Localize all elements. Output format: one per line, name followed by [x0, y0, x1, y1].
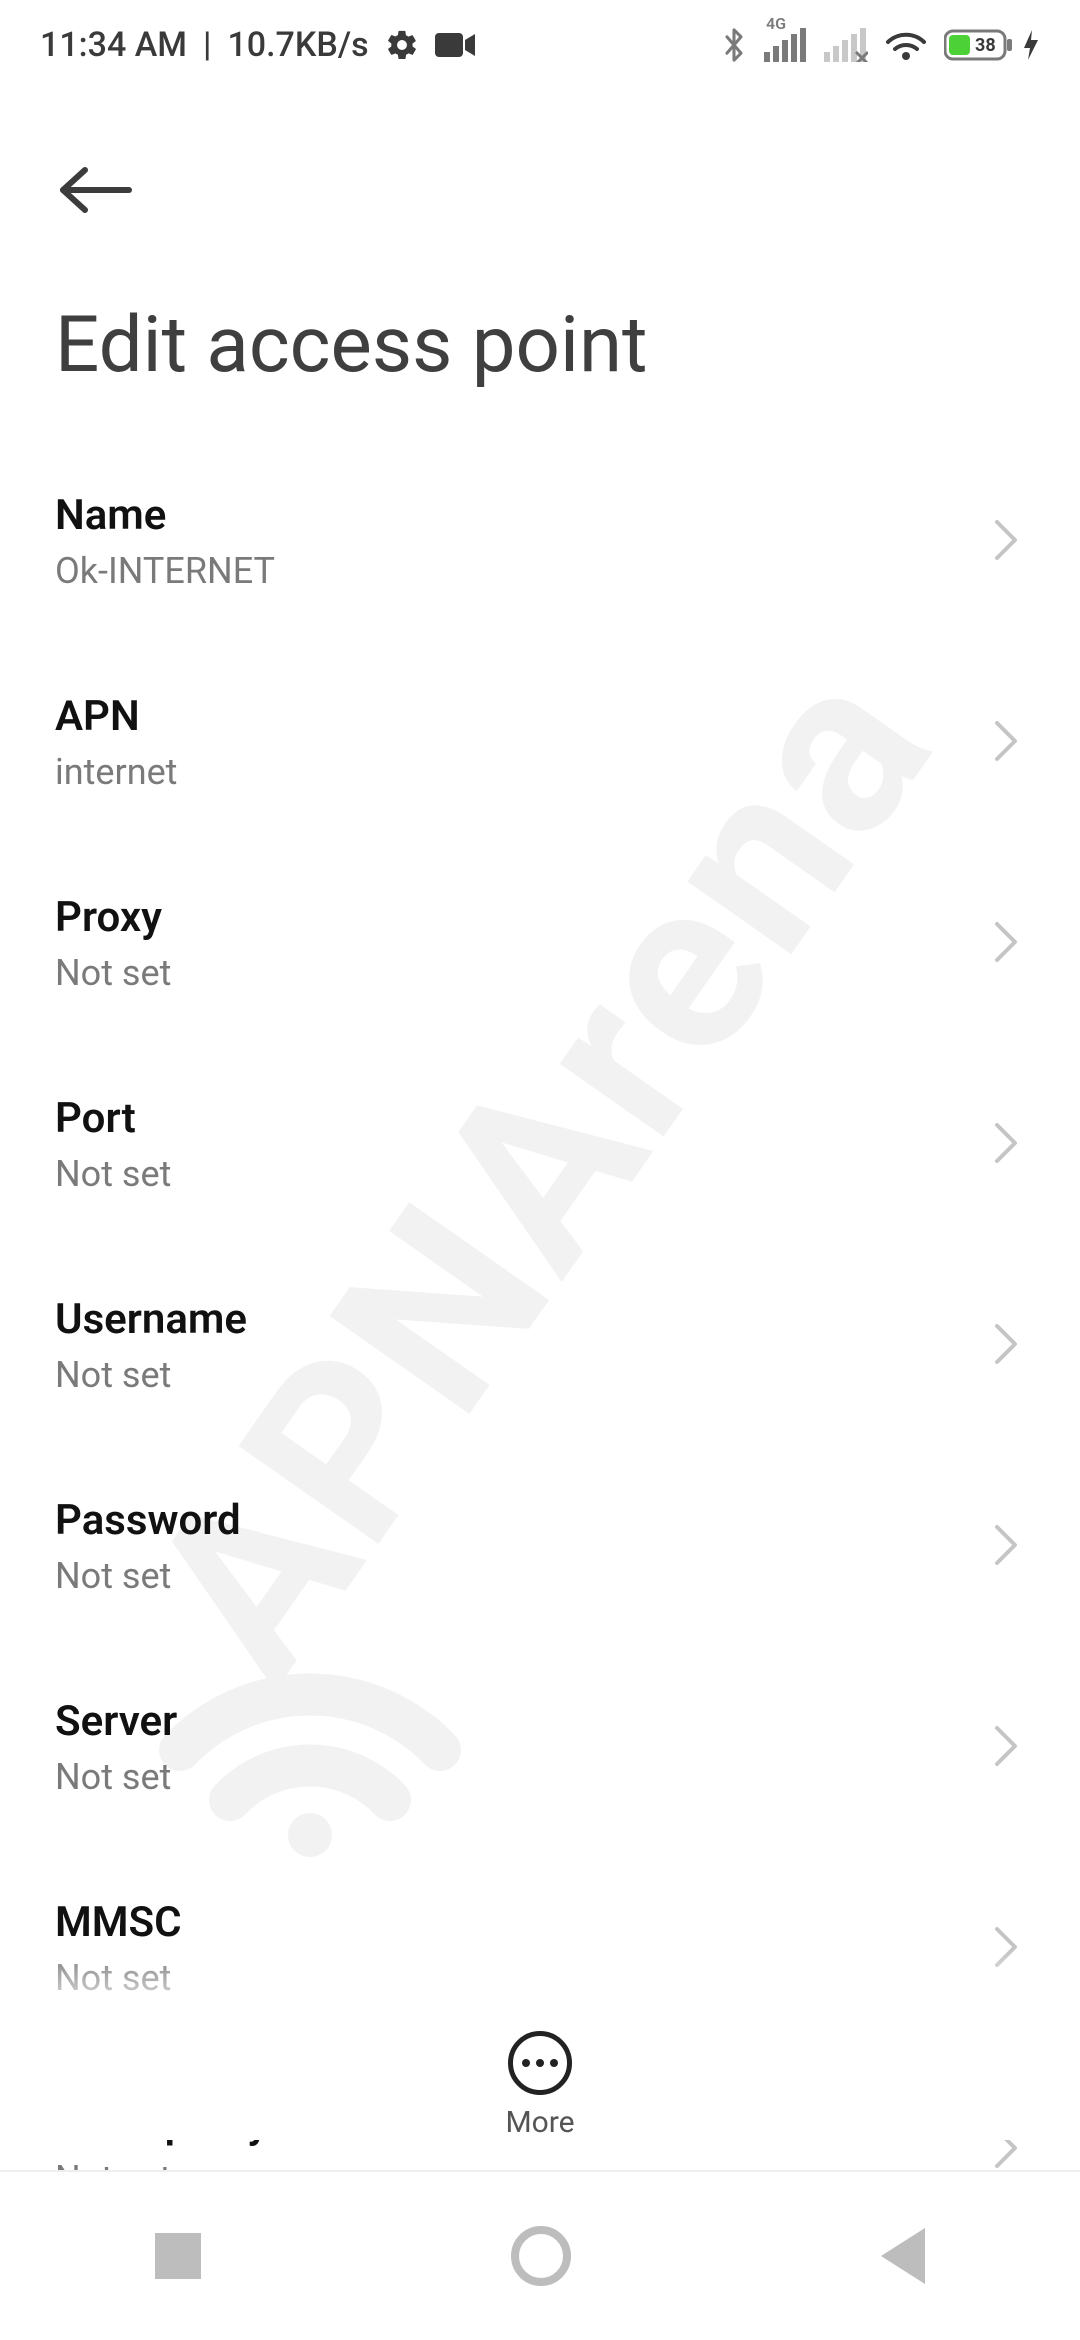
row-value: Not set	[55, 1756, 177, 1798]
gear-icon	[385, 28, 419, 62]
nav-back-button[interactable]	[881, 2228, 925, 2284]
status-time: 11:34 AM	[40, 25, 187, 65]
row-proxy[interactable]: Proxy Not set	[55, 843, 1025, 1044]
row-label: Server	[55, 1697, 177, 1746]
videocam-icon	[435, 31, 475, 59]
row-username[interactable]: Username Not set	[55, 1245, 1025, 1446]
status-bar: 11:34 AM | 10.7KB/s 4G	[0, 0, 1080, 90]
row-label: Proxy	[55, 893, 171, 942]
network-type-badge: 4G	[766, 14, 786, 33]
row-value: internet	[55, 751, 177, 793]
chevron-right-icon	[993, 1724, 1019, 1772]
row-value: Not set	[55, 1153, 171, 1195]
row-label: Port	[55, 1094, 171, 1143]
nav-home-button[interactable]	[511, 2226, 571, 2286]
row-label: Username	[55, 1295, 247, 1344]
chevron-right-icon	[993, 518, 1019, 566]
dot-icon	[536, 2059, 544, 2067]
chevron-right-icon	[993, 1925, 1019, 1973]
chevron-right-icon	[993, 920, 1019, 968]
status-separator: |	[203, 25, 211, 65]
row-name[interactable]: Name Ok-INTERNET	[55, 441, 1025, 642]
triangle-left-icon	[881, 2228, 925, 2284]
bluetooth-icon	[720, 25, 748, 65]
row-server[interactable]: Server Not set	[55, 1647, 1025, 1848]
dot-icon	[522, 2059, 530, 2067]
chevron-right-icon	[993, 1322, 1019, 1370]
dot-icon	[550, 2059, 558, 2067]
nav-recent-button[interactable]	[155, 2233, 201, 2279]
signal-sim2-icon	[824, 28, 868, 62]
page-title: Edit access point	[55, 230, 1025, 441]
back-button[interactable]	[55, 150, 135, 230]
arrow-left-icon	[55, 164, 133, 216]
row-port[interactable]: Port Not set	[55, 1044, 1025, 1245]
row-value: Not set	[55, 1354, 247, 1396]
row-label: APN	[55, 692, 177, 741]
row-value: Not set	[55, 1957, 182, 1999]
battery-pct: 38	[975, 35, 996, 56]
more-button[interactable]	[508, 2031, 572, 2095]
row-label: Password	[55, 1496, 241, 1545]
row-value: Ok-INTERNET	[55, 550, 275, 592]
status-net-speed: 10.7KB/s	[227, 25, 368, 65]
signal-sim1-icon: 4G	[764, 28, 808, 62]
apn-settings-list: Name Ok-INTERNET APN internet Proxy Not …	[0, 441, 1080, 2250]
row-value: Not set	[55, 952, 171, 994]
row-value: Not set	[55, 1555, 241, 1597]
system-nav-bar	[0, 2170, 1080, 2340]
charging-bolt-icon	[1022, 28, 1040, 62]
more-label: More	[505, 2105, 574, 2140]
square-icon	[155, 2233, 201, 2279]
row-apn[interactable]: APN internet	[55, 642, 1025, 843]
row-password[interactable]: Password Not set	[55, 1446, 1025, 1647]
chevron-right-icon	[993, 1121, 1019, 1169]
wifi-icon	[884, 28, 928, 62]
chevron-right-icon	[993, 1523, 1019, 1571]
row-label: MMSC	[55, 1898, 182, 1947]
chevron-right-icon	[993, 719, 1019, 767]
circle-icon	[511, 2226, 571, 2286]
row-label: Name	[55, 491, 275, 540]
battery-icon: 38	[944, 28, 1040, 62]
